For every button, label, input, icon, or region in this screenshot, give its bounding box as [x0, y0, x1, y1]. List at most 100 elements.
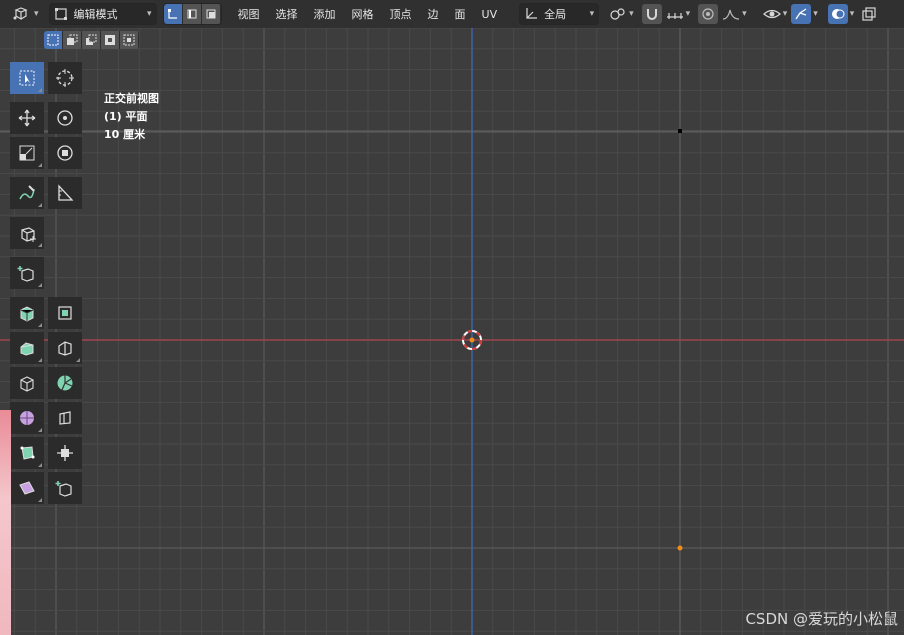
add-cube-icon — [21, 227, 36, 242]
tool-extrude-region-button[interactable] — [48, 472, 82, 504]
face-select-icon — [206, 9, 216, 19]
tool-extrude-region-button[interactable] — [10, 257, 44, 289]
select-invert-icon — [105, 35, 115, 45]
watermark-text: CSDN @爱玩的小松鼠 — [745, 610, 898, 628]
eye-icon — [762, 9, 781, 19]
rip-region-icon — [19, 481, 35, 495]
tool-annotate-button[interactable] — [10, 177, 44, 209]
gizmo-toggle-button[interactable]: ▾ — [789, 3, 820, 25]
select-intersect-button[interactable] — [120, 31, 139, 49]
transform-orientation-dropdown[interactable]: 全局 ▾ — [519, 3, 600, 25]
edge-select-icon — [187, 9, 197, 19]
chevron-down-icon: ▾ — [147, 9, 152, 19]
chevron-down-icon: ▾ — [34, 9, 39, 19]
measure-icon — [58, 184, 74, 201]
tool-variants-indicator — [76, 358, 80, 362]
editor-type-button[interactable]: ▾ — [6, 3, 45, 25]
overlays-icon — [831, 9, 845, 19]
tool-variants-indicator — [38, 163, 42, 167]
falloff-curve-icon — [723, 9, 740, 20]
tool-variants-indicator — [38, 203, 42, 207]
visibility-button[interactable]: ▾ — [761, 3, 790, 25]
chevron-down-icon: ▾ — [742, 9, 747, 19]
tool-shear-button[interactable] — [48, 437, 82, 469]
spin-icon — [57, 375, 73, 391]
tool-transform-button[interactable] — [48, 137, 82, 169]
rotate-icon — [57, 110, 73, 126]
overlay-toggle-button[interactable]: ▾ — [826, 3, 857, 25]
menu-vertex[interactable]: 顶点 — [382, 3, 420, 25]
cursor-icon — [56, 69, 74, 87]
tool-shrink-fatten-button[interactable] — [10, 437, 44, 469]
select-extend-button[interactable] — [63, 31, 82, 49]
select-subtract-button[interactable] — [82, 31, 101, 49]
tool-add-cube-button[interactable] — [10, 217, 44, 249]
mode-label: 编辑模式 — [73, 8, 118, 21]
select-set-icon — [47, 34, 59, 46]
vertex-select-icon — [167, 9, 177, 19]
select-subtract-icon — [86, 34, 97, 45]
menu-edge[interactable]: 边 — [420, 3, 447, 25]
tool-smooth-button[interactable] — [10, 402, 44, 434]
vertex-select-button[interactable] — [163, 4, 183, 24]
background-window-edge — [0, 410, 11, 635]
tool-move-button[interactable] — [10, 102, 44, 134]
proportional-edit-icon — [702, 8, 714, 20]
select-invert-button[interactable] — [101, 31, 120, 49]
annotate-icon — [19, 185, 35, 200]
3d-viewport[interactable]: 正交前视图 (1) 平面 10 厘米 — [0, 28, 904, 635]
tool-measure-button[interactable] — [48, 177, 82, 209]
xray-icon — [862, 7, 876, 21]
edit-mode-icon — [54, 8, 67, 20]
menu-view[interactable]: 视图 — [230, 3, 268, 25]
tool-bevel-button[interactable] — [48, 297, 82, 329]
tool-variants-indicator — [38, 88, 42, 92]
transform-icon — [57, 145, 73, 161]
menu-select[interactable]: 选择 — [268, 3, 306, 25]
link-pivot-icon — [610, 8, 625, 20]
tool-rotate-button[interactable] — [48, 102, 82, 134]
xray-toggle-button[interactable] — [860, 3, 878, 25]
smooth-icon — [20, 411, 34, 425]
orientation-axes-icon — [526, 8, 538, 19]
tool-variants-indicator — [38, 463, 42, 467]
menu-mesh[interactable]: 网格 — [344, 3, 382, 25]
snap-target-button[interactable]: ▾ — [664, 3, 693, 25]
scale-info-label: 10 厘米 — [104, 128, 146, 141]
pivot-point-button[interactable]: ▾ — [603, 3, 640, 25]
tool-poly-build-button[interactable] — [10, 367, 44, 399]
header-bar: ▾ 编辑模式 ▾ 视图 选择 添加 网格 顶点 边 面 UV 全局 ▾ ▾ ▾ … — [0, 0, 904, 28]
tool-loop-cut-button[interactable] — [10, 332, 44, 364]
menu-add[interactable]: 添加 — [306, 3, 344, 25]
chevron-down-icon: ▾ — [849, 9, 855, 19]
tool-variants-indicator — [38, 498, 42, 502]
knife-icon — [58, 341, 72, 356]
menu-face[interactable]: 面 — [447, 3, 474, 25]
mode-dropdown[interactable]: 编辑模式 ▾ — [48, 3, 157, 25]
select-mode-toggle-group — [162, 3, 222, 25]
tool-cursor-button[interactable] — [48, 62, 82, 94]
tool-scale-button[interactable] — [10, 137, 44, 169]
vertex-unselected[interactable] — [678, 129, 682, 133]
face-select-button[interactable] — [201, 4, 221, 24]
menu-uv[interactable]: UV — [474, 3, 506, 25]
tool-knife-button[interactable] — [48, 332, 82, 364]
tool-spin-button[interactable] — [48, 367, 82, 399]
edge-select-button[interactable] — [182, 4, 202, 24]
snap-toggle-button[interactable] — [640, 3, 664, 25]
poly-build-icon — [20, 376, 34, 392]
select-new-button[interactable] — [44, 31, 63, 49]
falloff-button[interactable]: ▾ — [720, 3, 749, 25]
tool-edge-slide-button[interactable] — [48, 402, 82, 434]
tool-variants-indicator — [38, 358, 42, 362]
edge-slide-icon — [59, 411, 71, 425]
vertex-selected[interactable] — [677, 545, 683, 551]
bevel-icon — [58, 306, 72, 320]
object-info-label: (1) 平面 — [104, 110, 148, 123]
view-name-label: 正交前视图 — [104, 92, 159, 105]
tool-rip-region-button[interactable] — [10, 472, 44, 504]
tool-inset-faces-button[interactable] — [10, 297, 44, 329]
proportional-edit-button[interactable] — [696, 3, 720, 25]
tool-variants-indicator — [38, 243, 42, 247]
tool-select-box-button[interactable] — [10, 62, 44, 94]
